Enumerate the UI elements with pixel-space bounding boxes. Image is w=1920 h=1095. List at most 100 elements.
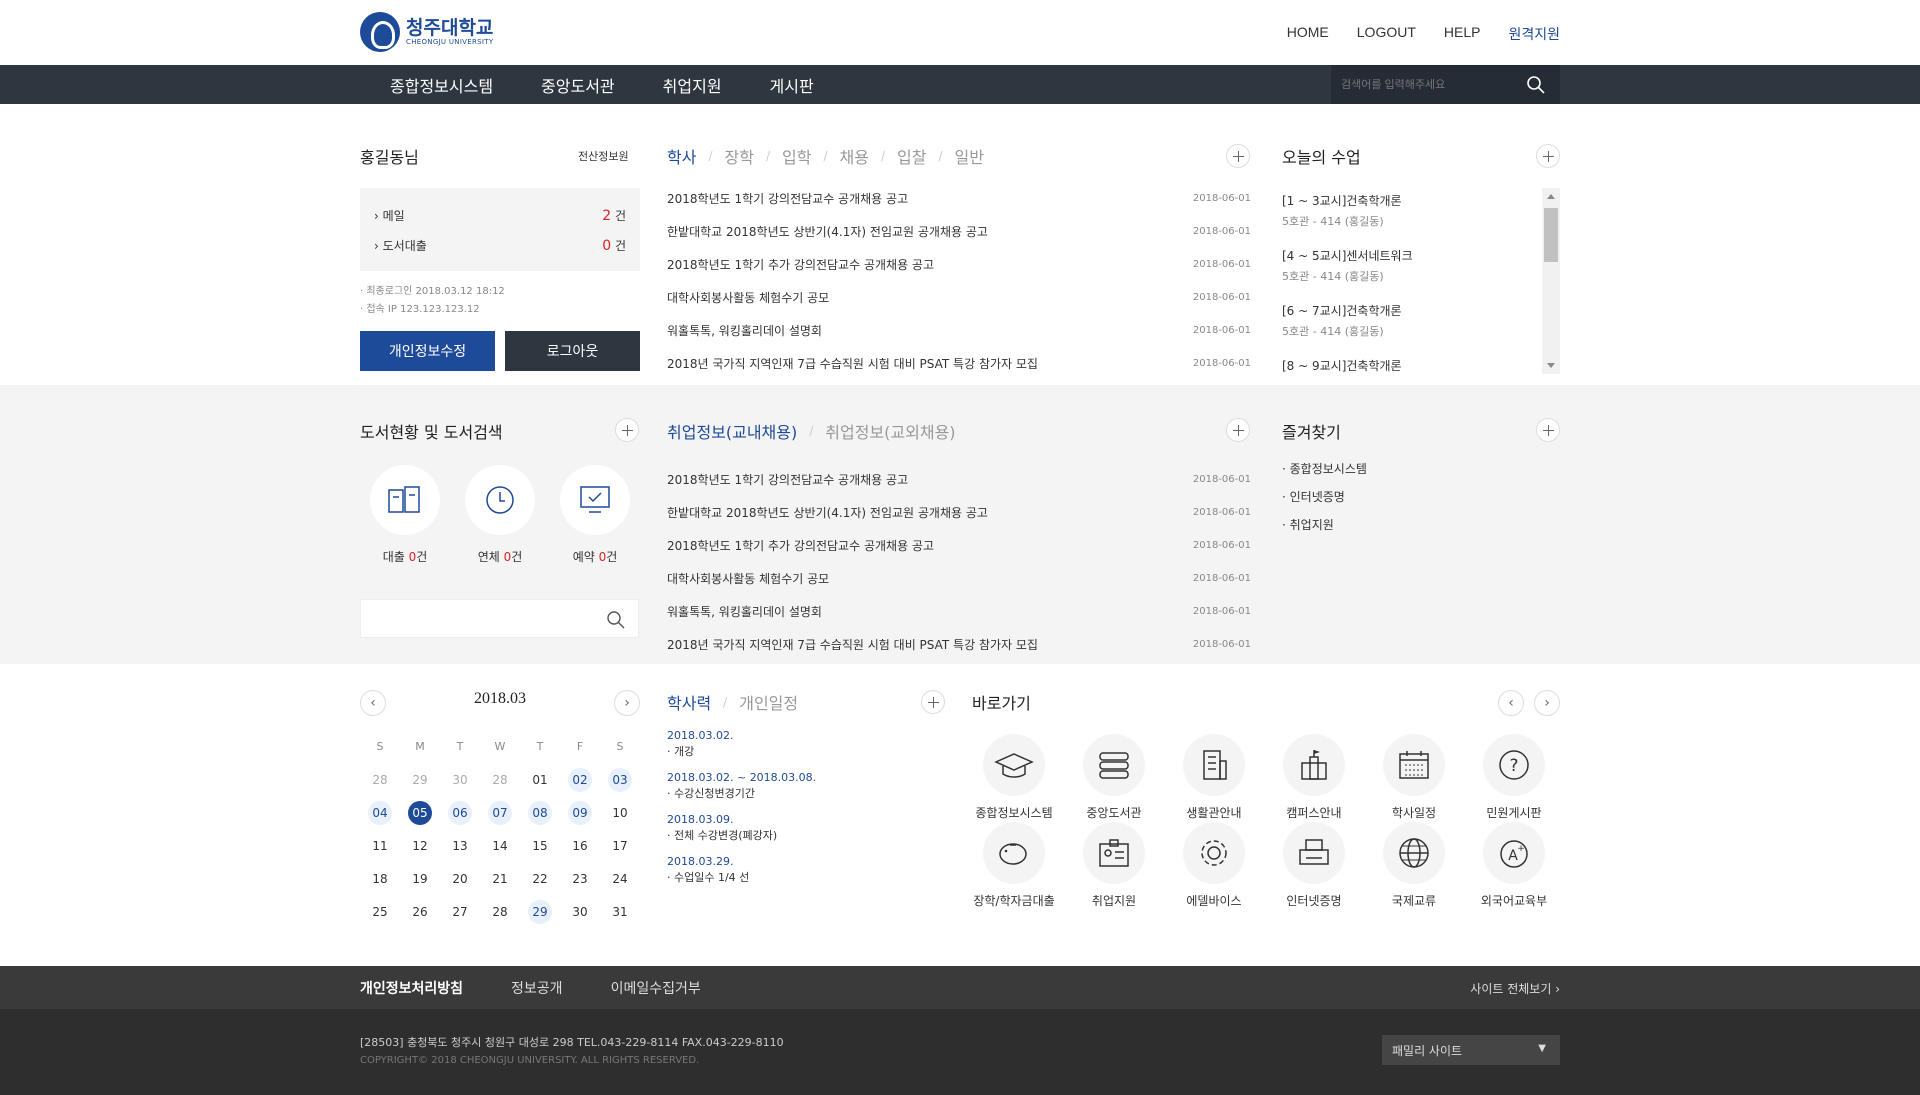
quick-link[interactable]: 생활관안내 — [1164, 734, 1264, 821]
scroll-down-icon[interactable] — [1547, 363, 1555, 368]
calendar-day-event[interactable]: 08 — [528, 800, 552, 825]
email-refusal-link[interactable]: 이메일수집거부 — [611, 978, 701, 998]
tab-jobs-internal[interactable]: 취업정보(교내채용) — [667, 419, 797, 443]
calendar-day[interactable]: 25 — [360, 905, 400, 919]
calendar-day[interactable]: 19 — [400, 872, 440, 886]
quick-link[interactable]: 에델바이스 — [1164, 822, 1264, 909]
list-item[interactable]: [4 ~ 5교시]센서네트워크 5호관 - 414 (홍길동) — [1282, 243, 1560, 298]
calendar-day[interactable]: 17 — [600, 839, 640, 853]
logout-button[interactable]: 로그아웃 — [505, 331, 640, 371]
scrollbar[interactable] — [1542, 188, 1560, 374]
favorite-item[interactable]: · 인터넷증명 — [1282, 483, 1367, 511]
calendar-day[interactable]: 12 — [400, 839, 440, 853]
list-item[interactable]: [1 ~ 3교시]건축학개론 5호관 - 414 (홍길동) — [1282, 188, 1560, 243]
list-item[interactable]: 2018.03.29. · 수업일수 1/4 선 — [667, 854, 816, 886]
calendar-day[interactable]: 27 — [440, 905, 480, 919]
tab-recruit[interactable]: 채용 — [840, 144, 869, 168]
library-reserve-button[interactable] — [560, 465, 630, 535]
list-item[interactable]: 워홀톡톡, 워킹홀리데이 설명회 2018-06-01 — [667, 595, 1251, 628]
tab-general[interactable]: 일반 — [955, 144, 984, 168]
gnb-item-employment[interactable]: 취업지원 — [663, 73, 722, 97]
global-search-input[interactable] — [1341, 78, 1521, 91]
tab-jobs-external[interactable]: 취업정보(교외채용) — [825, 419, 955, 443]
calendar-day-event[interactable]: 09 — [568, 800, 592, 825]
calendar-day-today[interactable]: 05 — [408, 800, 432, 825]
quick-link[interactable]: 캠퍼스안내 — [1264, 734, 1364, 821]
calendar-day[interactable]: 28 — [480, 905, 520, 919]
list-item[interactable]: 2018.03.09. · 전체 수강변경(폐강자) — [667, 812, 816, 844]
list-item[interactable]: 워홀톡톡, 워킹홀리데이 설명회 2018-06-01 — [667, 314, 1251, 347]
quick-link[interactable]: A + 외국어교육부 — [1464, 822, 1564, 909]
calendar-day-event[interactable]: 29 — [528, 899, 552, 924]
quick-link[interactable]: 국제교류 — [1364, 822, 1464, 909]
calendar-day[interactable]: 15 — [520, 839, 560, 853]
university-logo[interactable]: 청주대학교 CHEONGJU UNIVERSITY — [360, 12, 493, 52]
calendar-day-event[interactable]: 07 — [488, 800, 512, 825]
help-link[interactable]: HELP — [1444, 24, 1481, 44]
quick-link[interactable]: ? 민원게시판 — [1464, 734, 1564, 821]
calendar-day[interactable]: 31 — [600, 905, 640, 919]
home-link[interactable]: HOME — [1287, 24, 1329, 44]
calendar-day[interactable]: 18 — [360, 872, 400, 886]
list-item[interactable]: 2018학년도 1학기 강의전담교수 공개채용 공고 2018-06-01 — [667, 463, 1251, 496]
quick-prev-button[interactable]: ‹ — [1498, 690, 1524, 716]
jobs-more-button[interactable] — [1226, 418, 1250, 442]
list-item[interactable]: 대학사회봉사활동 체험수기 공모 2018-06-01 — [667, 562, 1251, 595]
calendar-day[interactable]: 16 — [560, 839, 600, 853]
tab-academic-calendar[interactable]: 학사력 — [667, 690, 711, 714]
quick-link[interactable]: 중앙도서관 — [1064, 734, 1164, 821]
calendar-day[interactable]: 01 — [520, 773, 560, 787]
mail-row[interactable]: › 메일 2 건 — [374, 200, 626, 230]
calendar-day[interactable]: 20 — [440, 872, 480, 886]
privacy-policy-link[interactable]: 개인정보처리방침 — [360, 978, 463, 998]
list-item[interactable]: 2018년 국가직 지역인재 7급 수습직원 시험 대비 PSAT 특강 참가자… — [667, 628, 1251, 661]
calendar-day[interactable]: 11 — [360, 839, 400, 853]
tab-scholarship[interactable]: 장학 — [725, 144, 754, 168]
calendar-day[interactable]: 13 — [440, 839, 480, 853]
list-item[interactable]: [6 ~ 7교시]건축학개론 5호관 - 414 (홍길동) — [1282, 298, 1560, 353]
tab-bid[interactable]: 입찰 — [897, 144, 926, 168]
scroll-up-icon[interactable] — [1547, 194, 1555, 199]
family-site-select[interactable]: 패밀리 사이트 ▼ — [1382, 1035, 1560, 1065]
info-disclosure-link[interactable]: 정보공개 — [511, 978, 563, 998]
calendar-day[interactable]: 28 — [480, 773, 520, 787]
calendar-day-event[interactable]: 03 — [608, 767, 632, 792]
loan-row[interactable]: › 도서대출 0 건 — [374, 230, 626, 260]
list-item[interactable]: 2018년 국가직 지역인재 7급 수습직원 시험 대비 PSAT 특강 참가자… — [667, 347, 1251, 380]
list-item[interactable]: 한밭대학교 2018학년도 상반기(4.1자) 전임교원 공개채용 공고 2018… — [667, 215, 1251, 248]
calendar-day-event[interactable]: 02 — [568, 767, 592, 792]
gnb-item-board[interactable]: 게시판 — [770, 73, 814, 97]
calendar-day[interactable]: 30 — [560, 905, 600, 919]
calendar-day[interactable]: 24 — [600, 872, 640, 886]
tab-academic[interactable]: 학사 — [667, 144, 696, 168]
search-icon[interactable] — [606, 610, 626, 630]
logout-link[interactable]: LOGOUT — [1357, 24, 1416, 44]
quick-next-button[interactable]: › — [1534, 690, 1560, 716]
calendar-day[interactable]: 10 — [600, 806, 640, 820]
quick-link[interactable]: 인터넷증명 — [1264, 822, 1364, 909]
calendar-day[interactable]: 14 — [480, 839, 520, 853]
library-more-button[interactable] — [615, 418, 639, 442]
gnb-item-library[interactable]: 중앙도서관 — [541, 73, 615, 97]
list-item[interactable]: [8 ~ 9교시]건축학개론 — [1282, 353, 1560, 374]
list-item[interactable]: 2018학년도 1학기 강의전담교수 공개채용 공고 2018-06-01 — [667, 182, 1251, 215]
gnb-item-info-system[interactable]: 종합정보시스템 — [390, 73, 493, 97]
calendar-day[interactable]: 28 — [360, 773, 400, 787]
remote-support-link[interactable]: 원격지원 — [1508, 24, 1560, 44]
sitemap-link[interactable]: 사이트 전체보기 › — [1470, 980, 1560, 997]
favorite-item[interactable]: · 취업지원 — [1282, 511, 1367, 539]
quick-link[interactable]: 학사일정 — [1364, 734, 1464, 821]
edit-profile-button[interactable]: 개인정보수정 — [360, 331, 495, 371]
quick-link[interactable]: 취업지원 — [1064, 822, 1164, 909]
list-item[interactable]: 2018학년도 1학기 추가 강의전담교수 공개채용 공고 2018-06-01 — [667, 248, 1251, 281]
calendar-day[interactable]: 26 — [400, 905, 440, 919]
next-month-button[interactable]: › — [614, 690, 640, 716]
favorites-more-button[interactable] — [1536, 418, 1560, 442]
list-item[interactable]: 한밭대학교 2018학년도 상반기(4.1자) 전임교원 공개채용 공고 2018… — [667, 496, 1251, 529]
list-item[interactable]: 2018.03.02. · 개강 — [667, 728, 816, 760]
quick-link[interactable]: 장학/학자금대출 — [964, 822, 1064, 909]
schedule-more-button[interactable] — [921, 690, 945, 714]
calendar-day[interactable]: 29 — [400, 773, 440, 787]
today-more-button[interactable] — [1536, 144, 1560, 168]
calendar-day-event[interactable]: 06 — [448, 800, 472, 825]
